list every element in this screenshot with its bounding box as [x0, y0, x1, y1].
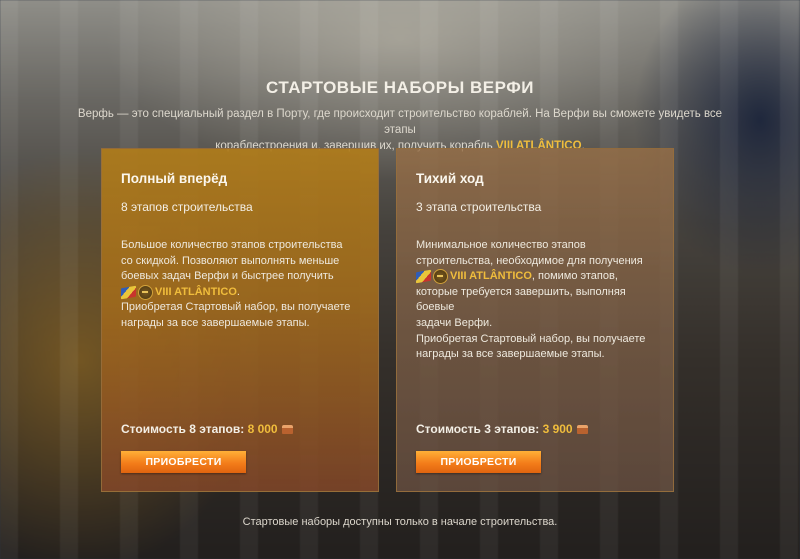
brazil-flag-icon: [121, 285, 136, 300]
desc-line: Приобретая Стартовый набор, вы получаете: [416, 332, 646, 345]
bundle-card-full-ahead: Полный вперёд 8 этапов строительства Бол…: [101, 148, 379, 492]
desc-ship-line: VIII ATLÂNTICO, помимо этапов,: [416, 269, 654, 285]
desc-line: Минимальное количество этапов: [416, 239, 586, 251]
desc-ship-line: VIII ATLÂNTICO.: [121, 284, 359, 301]
battleship-tier-icon: [138, 284, 153, 300]
bundle-name: Тихий ход: [416, 171, 484, 186]
bundle-price: Стоимость 8 этапов: 8 000: [121, 422, 293, 436]
buy-button[interactable]: ПРИОБРЕСТИ: [121, 451, 246, 473]
desc-line: Приобретая Стартовый набор, вы получаете: [121, 301, 351, 314]
ship-suffix: .: [236, 285, 240, 298]
ship-suffix: , помимо этапов,: [531, 270, 618, 283]
price-value: 3 900: [542, 422, 573, 436]
bundle-stages: 8 этапов строительства: [121, 200, 253, 214]
ship-name: VIII ATLÂNTICO: [155, 285, 237, 298]
shipyard-start-sets: СТАРТОВЫЕ НАБОРЫ ВЕРФИ Верфь — это специ…: [0, 0, 800, 559]
buy-button[interactable]: ПРИОБРЕСТИ: [416, 451, 541, 473]
doubloon-icon: [576, 425, 588, 434]
price-value: 8 000: [247, 422, 278, 436]
price-label: Стоимость 3 этапов:: [416, 422, 543, 436]
bundle-stages: 3 этапа строительства: [416, 200, 542, 214]
footer-note: Стартовые наборы доступны только в начал…: [242, 516, 558, 528]
desc-line: задачи Верфи.: [416, 316, 493, 329]
bundle-card-slow-ahead: Тихий ход 3 этапа строительства Минималь…: [396, 148, 674, 492]
ship-name: VIII ATLÂNTICO: [450, 270, 532, 283]
desc-line: награды за все завершаемые этапы.: [121, 316, 310, 329]
bundle-price: Стоимость 3 этапов: 3 900: [416, 422, 588, 436]
desc-line: награды за все завершаемые этапы.: [416, 348, 605, 361]
battleship-tier-icon: [433, 269, 448, 285]
bundle-name: Полный вперёд: [121, 171, 228, 186]
desc-line: строительства, необходимое для получения: [416, 254, 643, 267]
desc-line: которые требуется завершить, выполняя бо…: [416, 285, 626, 314]
desc-line: Большое количество этапов строительства: [121, 239, 343, 251]
bundle-description: Большое количество этапов строительства …: [121, 238, 359, 332]
brazil-flag-icon: [416, 269, 431, 284]
desc-line: боевых задач Верфи и быстрее получить: [121, 270, 334, 283]
price-label: Стоимость 8 этапов:: [121, 422, 248, 436]
ship-icon: [416, 269, 448, 285]
intro-text: Верфь — это специальный раздел в Порту, …: [70, 106, 730, 154]
bundle-description: Минимальное количество этапов строительс…: [416, 238, 654, 363]
desc-line: со скидкой. Позволяют выполнять меньше: [121, 254, 340, 267]
intro-line-1: Верфь — это специальный раздел в Порту, …: [77, 108, 723, 136]
ship-icon: [121, 284, 153, 300]
doubloon-icon: [281, 425, 293, 434]
page-title: СТАРТОВЫЕ НАБОРЫ ВЕРФИ: [266, 78, 534, 97]
